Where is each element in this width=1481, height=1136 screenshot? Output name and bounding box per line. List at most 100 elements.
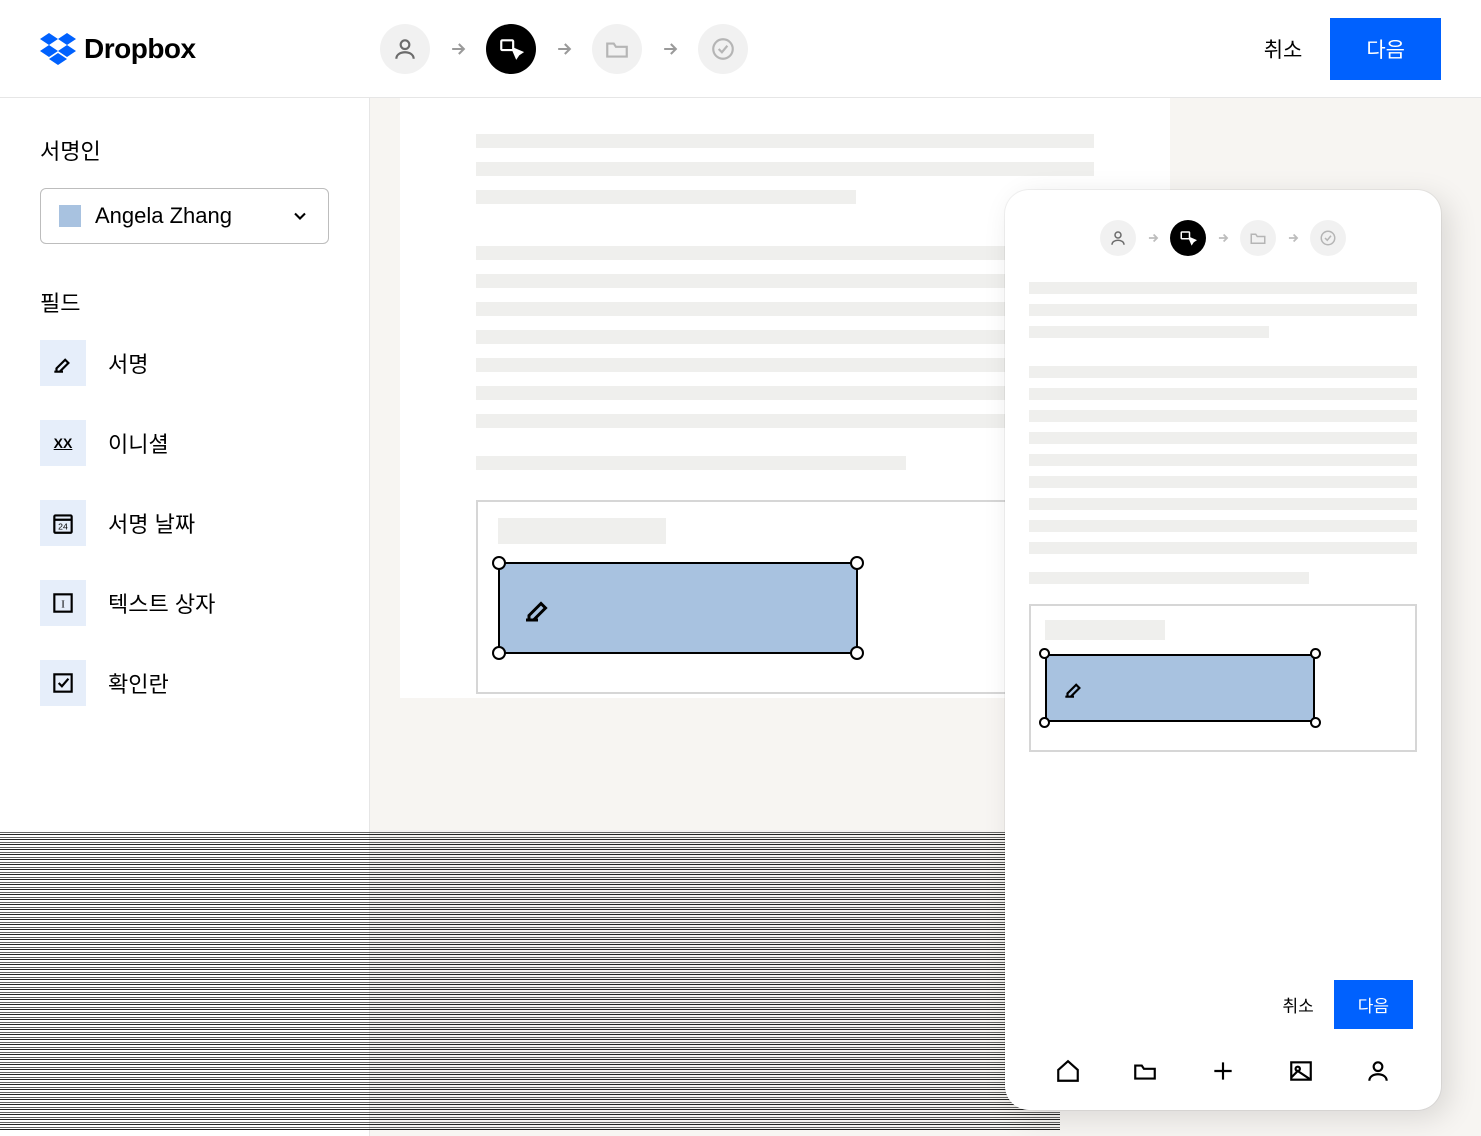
cancel-button[interactable]: 취소 xyxy=(1264,34,1303,64)
progress-stepper xyxy=(380,24,748,74)
doc-text-placeholder xyxy=(476,414,1094,428)
doc-text-placeholder xyxy=(1029,282,1417,294)
doc-text-placeholder xyxy=(1029,366,1417,378)
arrow-right-icon xyxy=(660,39,680,59)
initials-icon: XX xyxy=(40,420,86,466)
signer-dropdown[interactable]: Angela Zhang xyxy=(40,188,329,244)
person-icon xyxy=(1109,229,1127,247)
mobile-next-button[interactable]: 다음 xyxy=(1334,980,1413,1029)
signature-pen-icon xyxy=(1061,675,1087,701)
check-circle-icon xyxy=(1319,229,1337,247)
mobile-signature-field[interactable] xyxy=(1045,654,1315,722)
doc-text-placeholder xyxy=(476,190,856,204)
mobile-step-fields[interactable] xyxy=(1170,220,1206,256)
field-label: 확인란 xyxy=(108,667,169,699)
mobile-cancel-button[interactable]: 취소 xyxy=(1282,992,1313,1017)
person-icon[interactable] xyxy=(1365,1058,1391,1084)
doc-text-placeholder xyxy=(1029,542,1417,554)
resize-handle[interactable] xyxy=(1039,717,1050,728)
dropbox-glyph-icon xyxy=(40,33,76,65)
doc-text-placeholder xyxy=(1029,572,1309,584)
mobile-step-signer[interactable] xyxy=(1100,220,1136,256)
signer-section-label: 서명인 xyxy=(40,134,329,166)
next-button[interactable]: 다음 xyxy=(1330,18,1441,80)
fields-section-label: 필드 xyxy=(40,286,329,318)
doc-text-placeholder xyxy=(1029,454,1417,466)
doc-text-placeholder xyxy=(476,162,1094,176)
folder-icon xyxy=(1249,229,1267,247)
resize-handle[interactable] xyxy=(850,556,864,570)
resize-handle[interactable] xyxy=(850,646,864,660)
field-item-checkbox[interactable]: 확인란 xyxy=(40,660,329,706)
field-item-textbox[interactable]: I 텍스트 상자 xyxy=(40,580,329,626)
resize-handle[interactable] xyxy=(1039,648,1050,659)
svg-text:24: 24 xyxy=(58,522,68,532)
calendar-icon: 24 xyxy=(40,500,86,546)
home-icon[interactable] xyxy=(1055,1058,1081,1084)
render-artifact xyxy=(0,830,1060,1130)
field-label: 이니셜 xyxy=(108,427,169,459)
field-label: 서명 xyxy=(108,347,148,379)
step-fields[interactable] xyxy=(486,24,536,74)
field-list: 서명 XX 이니셜 24 서명 날짜 I 텍스트 상자 xyxy=(40,340,329,706)
mobile-actions: 취소 다음 xyxy=(1029,960,1417,1039)
resize-handle[interactable] xyxy=(492,646,506,660)
svg-text:I: I xyxy=(61,598,65,610)
plus-icon[interactable] xyxy=(1210,1058,1236,1084)
signature-pen-icon xyxy=(520,590,556,626)
signer-name: Angela Zhang xyxy=(95,203,276,229)
resize-handle[interactable] xyxy=(1310,717,1321,728)
doc-text-placeholder xyxy=(476,358,1094,372)
mobile-step-review[interactable] xyxy=(1310,220,1346,256)
doc-text-placeholder xyxy=(476,302,1094,316)
doc-text-placeholder xyxy=(476,456,906,470)
doc-text-placeholder xyxy=(1029,476,1417,488)
signature-zone xyxy=(476,500,1094,694)
zone-label-placeholder xyxy=(498,518,666,544)
step-folder[interactable] xyxy=(592,24,642,74)
app-header: Dropbox 취소 다음 xyxy=(0,0,1481,98)
cursor-field-icon xyxy=(1179,229,1197,247)
step-review[interactable] xyxy=(698,24,748,74)
doc-text-placeholder xyxy=(1029,326,1269,338)
folder-icon xyxy=(604,36,630,62)
doc-text-placeholder xyxy=(1029,432,1417,444)
arrow-right-icon xyxy=(448,39,468,59)
doc-text-placeholder xyxy=(476,386,1094,400)
resize-handle[interactable] xyxy=(492,556,506,570)
signature-field[interactable] xyxy=(498,562,858,654)
arrow-right-icon xyxy=(1286,231,1300,245)
signer-color-chip xyxy=(59,205,81,227)
textbox-icon: I xyxy=(40,580,86,626)
doc-text-placeholder xyxy=(476,134,1094,148)
zone-label-placeholder xyxy=(1045,620,1165,640)
field-item-initials[interactable]: XX 이니셜 xyxy=(40,420,329,466)
cursor-field-icon xyxy=(498,36,524,62)
mobile-step-folder[interactable] xyxy=(1240,220,1276,256)
mobile-tabbar xyxy=(1029,1039,1417,1090)
brand-name: Dropbox xyxy=(84,33,196,65)
doc-text-placeholder xyxy=(1029,388,1417,400)
arrow-right-icon xyxy=(1216,231,1230,245)
resize-handle[interactable] xyxy=(1310,648,1321,659)
doc-text-placeholder xyxy=(476,330,1094,344)
step-signer[interactable] xyxy=(380,24,430,74)
mobile-stepper xyxy=(1029,220,1417,256)
field-item-signature[interactable]: 서명 xyxy=(40,340,329,386)
brand-logo: Dropbox xyxy=(40,33,196,65)
doc-text-placeholder xyxy=(476,274,1094,288)
doc-text-placeholder xyxy=(1029,520,1417,532)
doc-text-placeholder xyxy=(476,246,1094,260)
field-label: 텍스트 상자 xyxy=(108,587,215,619)
mobile-signature-zone xyxy=(1029,604,1417,752)
image-icon[interactable] xyxy=(1288,1058,1314,1084)
check-circle-icon xyxy=(710,36,736,62)
mobile-document[interactable] xyxy=(1029,282,1417,960)
mobile-preview: 취소 다음 xyxy=(1005,190,1441,1110)
doc-text-placeholder xyxy=(1029,498,1417,510)
chevron-down-icon xyxy=(290,206,310,226)
checkbox-icon xyxy=(40,660,86,706)
header-actions: 취소 다음 xyxy=(1264,18,1441,80)
folder-icon[interactable] xyxy=(1132,1058,1158,1084)
field-item-date[interactable]: 24 서명 날짜 xyxy=(40,500,329,546)
